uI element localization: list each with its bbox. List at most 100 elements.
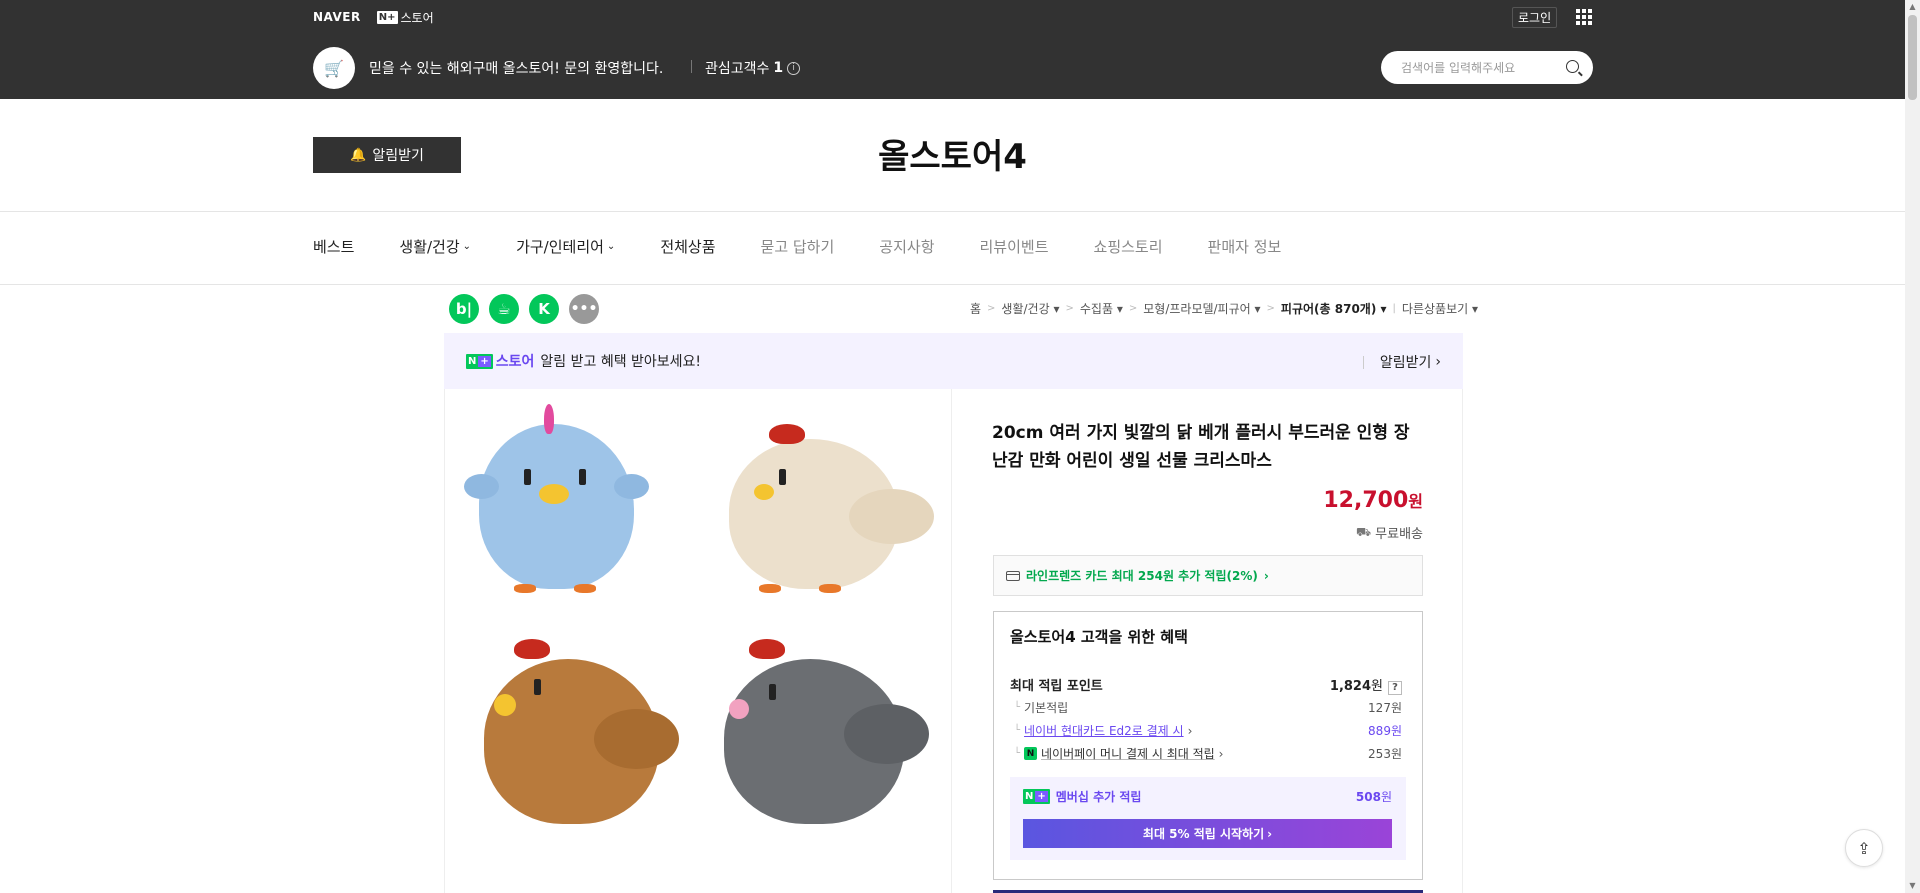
breadcrumb-cat4[interactable]: 피규어(총 870개) ▾	[1281, 300, 1387, 317]
tree-line-icon: └	[1014, 748, 1021, 759]
scroll-up-arrow[interactable]: ▲	[1908, 2, 1917, 11]
shipping-info: ⛟ 무료배송	[1356, 523, 1423, 543]
npay-icon: N	[1024, 747, 1038, 760]
plush-gray	[724, 639, 929, 829]
interest-customers: 관심고객수 1 i	[705, 58, 801, 78]
nav-label: 쇼핑스토리	[1093, 238, 1163, 256]
n-mark: N	[1025, 791, 1034, 802]
nstore-label: 스토어	[400, 10, 434, 25]
more-icon[interactable]: •••	[569, 294, 599, 324]
category-nav: 베스트 생활/건강 ⌄ 가구/인테리어 ⌄ 전체상품 묻고 답하기 공지사항 리뷰이…	[313, 236, 1281, 257]
nstore-mark: N+	[376, 10, 398, 24]
chevron-right-icon: ›	[1267, 826, 1273, 841]
price-value: 12,700	[1323, 488, 1409, 513]
membership-start-label: 최대 5% 적립 시작하기	[1142, 827, 1265, 841]
breadcrumb-cat2[interactable]: 수집품 ▾	[1080, 300, 1123, 317]
plus-mark: +	[1035, 791, 1048, 802]
notify-store-label: 스토어	[495, 354, 535, 370]
interest-count: 1	[773, 60, 784, 76]
scrollbar-track[interactable]	[1905, 0, 1920, 893]
hyundai-card-row: └ 네이버 현대카드 Ed2로 결제 시 › 889원	[1010, 722, 1402, 739]
nav-item-living-health[interactable]: 생활/건강 ⌄	[399, 236, 471, 257]
help-icon[interactable]: ?	[1388, 680, 1402, 695]
scroll-down-arrow[interactable]: ▼	[1908, 881, 1917, 890]
plush-white	[719, 414, 934, 594]
top-row: NAVER N+ 스토어	[313, 8, 434, 26]
tree-line-icon: └	[1014, 725, 1021, 736]
breadcrumb-label: 수집품	[1079, 302, 1113, 316]
max-points-value: 1,824	[1329, 679, 1372, 694]
notify-alarm-label: 알림받기	[1379, 355, 1432, 371]
basic-points-value: 127원	[1368, 701, 1402, 715]
nav-item-notice[interactable]: 공지사항	[879, 236, 934, 257]
npay-value: 253원	[1368, 747, 1402, 761]
breadcrumb-label: 생활/건강	[1001, 302, 1050, 316]
plus-mark: +	[478, 355, 491, 367]
nav-label: 베스트	[313, 238, 355, 256]
other-products-link[interactable]: 다른상품보기 ▾	[1402, 300, 1478, 317]
nav-item-review-event[interactable]: 리뷰이벤트	[980, 236, 1049, 257]
credit-card-icon	[1006, 570, 1020, 581]
breadcrumb-label: 모형/프라모델/피규어	[1143, 302, 1251, 316]
membership-value-wrap: 508원	[1356, 788, 1392, 805]
nav-item-all-products[interactable]: 전체상품	[660, 236, 715, 257]
chevron-right-icon: ›	[1263, 568, 1269, 583]
share-buttons: b| ☕ K •••	[449, 294, 599, 324]
max-points-row: 최대 적립 포인트 1,824원?	[1010, 675, 1402, 695]
plush-brown	[484, 639, 679, 829]
apps-grid-icon[interactable]	[1576, 9, 1592, 25]
store-title[interactable]: 올스토어4	[0, 129, 1905, 178]
login-button[interactable]: 로그인	[1512, 7, 1558, 28]
store-avatar[interactable]: 🛒	[313, 47, 355, 89]
nav-label: 가구/인테리어	[516, 238, 604, 256]
breadcrumb: 홈 > 생활/건강 ▾ > 수집품 ▾ > 모형/프라모델/피규어 ▾ > 피규…	[970, 300, 1478, 317]
card-benefit-box[interactable]: 라인프렌즈 카드 최대 254원 추가 적립(2%) ›	[993, 555, 1423, 596]
keep-bookmark-icon[interactable]: K	[529, 294, 559, 324]
chevron-right-icon: >	[987, 303, 996, 314]
hyundai-card-link[interactable]: 네이버 현대카드 Ed2로 결제 시	[1024, 722, 1184, 739]
nav-item-qna[interactable]: 묻고 답하기	[761, 236, 835, 257]
price-currency: 원	[1408, 492, 1423, 511]
share-icon[interactable]: ⇪	[1845, 829, 1883, 867]
nav-item-seller-info[interactable]: 판매자 정보	[1208, 236, 1282, 257]
breadcrumb-cat1[interactable]: 생활/건강 ▾	[1001, 300, 1059, 317]
nav-item-shopping-story[interactable]: 쇼핑스토리	[1094, 236, 1163, 257]
notify-alarm-link[interactable]: 알림받기 ›	[1363, 352, 1441, 372]
scrollbar-thumb[interactable]	[1908, 15, 1917, 100]
info-icon[interactable]: i	[787, 61, 801, 75]
membership-start-button[interactable]: 최대 5% 적립 시작하기 ›	[1023, 819, 1392, 848]
nav-item-furniture[interactable]: 가구/인테리어 ⌄	[516, 236, 615, 257]
chevron-right-icon: ›	[1218, 746, 1224, 761]
chevron-right-icon: >	[1266, 303, 1275, 314]
nplus-logo: N +	[466, 353, 493, 369]
nav-item-best[interactable]: 베스트	[313, 236, 354, 257]
cafe-share-icon[interactable]: ☕	[489, 294, 519, 324]
store-description: 믿을 수 있는 해외구매 올스토어! 문의 환영합니다.	[369, 61, 664, 77]
chevron-down-icon: ⌄	[462, 241, 472, 252]
nav-label: 전체상품	[660, 238, 716, 256]
nstore-link[interactable]: N+ 스토어	[376, 9, 434, 26]
truck-icon: ⛟	[1356, 524, 1372, 539]
card-benefit-text: 라인프렌즈 카드 최대 254원 추가 적립(2%)	[1026, 569, 1258, 583]
nav-label: 리뷰이벤트	[979, 238, 1049, 256]
basic-points-row: └ 기본적립 127원	[1010, 699, 1402, 716]
customer-benefit-box: 올스토어4 고객을 위한 혜택 최대 적립 포인트 1,824원? └ 기본적립 …	[993, 611, 1423, 880]
naver-logo[interactable]: NAVER	[313, 10, 361, 24]
breadcrumb-home[interactable]: 홈	[970, 300, 981, 317]
search-icon[interactable]	[1566, 60, 1579, 73]
divider	[691, 60, 692, 73]
breadcrumb-cat3[interactable]: 모형/프라모델/피규어 ▾	[1143, 300, 1260, 317]
chevron-right-icon: ›	[1187, 723, 1193, 738]
blog-share-icon[interactable]: b|	[449, 294, 479, 324]
nplus-logo: N +	[1023, 789, 1050, 804]
notify-banner[interactable]: N + 스토어 알림 받고 혜택 받아보세요! 알림받기 ›	[444, 333, 1463, 389]
shipping-label: 무료배송	[1375, 527, 1423, 542]
product-image[interactable]	[444, 389, 952, 893]
points-unit: 원	[1371, 679, 1383, 694]
benefit-title: 올스토어4 고객을 위한 혜택	[1010, 628, 1188, 646]
chevron-right-icon: >	[1128, 303, 1138, 314]
search-input[interactable]	[1401, 60, 1561, 75]
nav-label: 판매자 정보	[1207, 238, 1282, 256]
membership-label: 멤버십 추가 적립	[1055, 790, 1142, 804]
npay-link[interactable]: 네이버페이 머니 결제 시 최대 적립	[1041, 745, 1215, 762]
